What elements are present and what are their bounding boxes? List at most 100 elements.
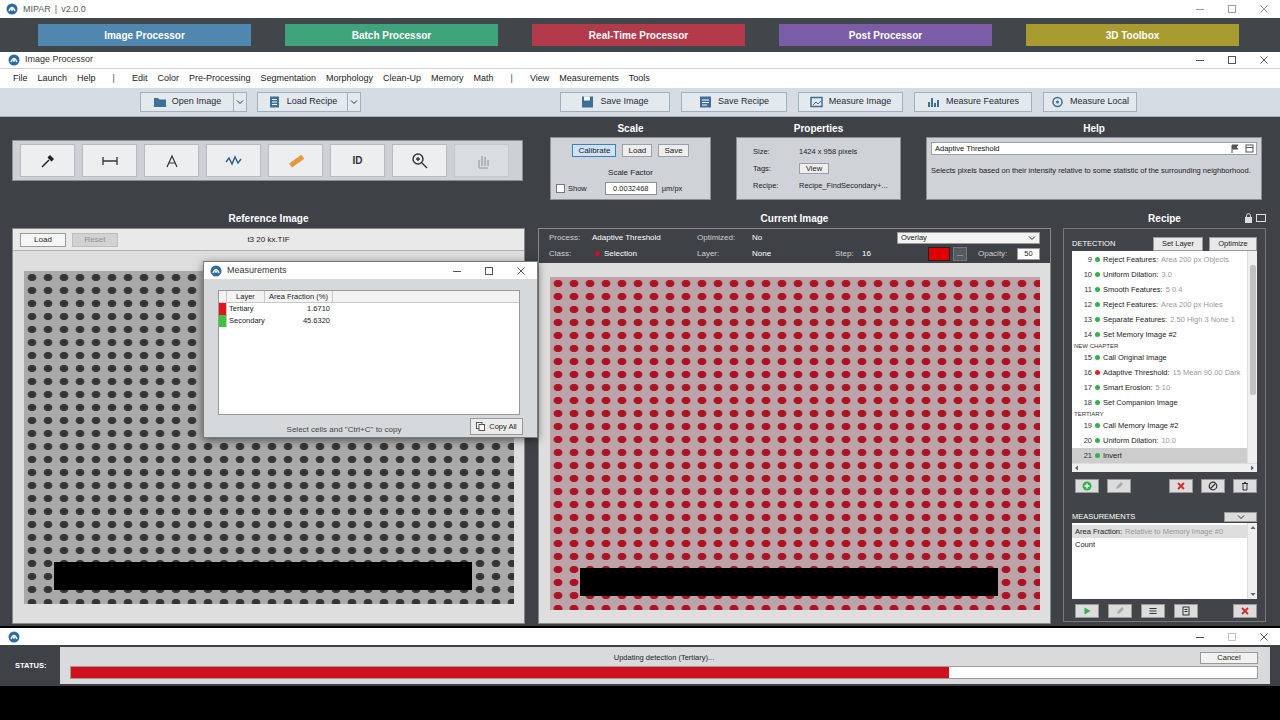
menu-item[interactable]: View [525, 72, 554, 86]
horizontal-scrollbar[interactable] [1072, 463, 1257, 472]
step-row[interactable]: 16Adaptive Threshold:15 Mean 90.00 Dark [1072, 365, 1247, 380]
recipe-step[interactable]: 18Set Companion Image [1072, 395, 1247, 410]
tool-button[interactable] [82, 144, 137, 177]
measurement-item[interactable]: Area Fraction:Relative to Memory Image #… [1072, 525, 1247, 538]
tags-view-button[interactable]: View [799, 163, 829, 174]
menu-item[interactable]: Measurements [554, 72, 624, 86]
step-row[interactable]: 9Reject Features:Area 200 px Objects [1072, 252, 1247, 267]
cancel-button[interactable]: Cancel [1200, 652, 1258, 664]
copy-all-button[interactable]: Copy All [470, 418, 523, 435]
set-layer-button[interactable]: Set Layer [1153, 237, 1203, 251]
vertical-scrollbar[interactable] [1247, 523, 1257, 599]
close-button[interactable] [1248, 628, 1280, 645]
undock-button[interactable] [1256, 213, 1266, 223]
edit-step-button[interactable] [1107, 479, 1131, 493]
recipe-step[interactable]: 14Set Memory Image #2 [1072, 327, 1247, 342]
scale-button[interactable]: Save [658, 144, 688, 157]
recipe-step[interactable]: 16Adaptive Threshold:15 Mean 90.00 Dark [1072, 365, 1247, 380]
optimize-button[interactable]: Optimize [1209, 237, 1257, 251]
opacity-input[interactable]: 50 [1017, 248, 1040, 260]
step-row[interactable]: 21Invert [1072, 448, 1247, 463]
export-measurements-button[interactable] [1174, 604, 1198, 618]
close-button[interactable] [505, 262, 537, 279]
recipe-step[interactable]: 21Invert [1072, 448, 1247, 463]
toolbar-button[interactable]: Save Recipe [681, 92, 787, 112]
minimize-button[interactable] [1184, 52, 1216, 68]
edit-measurement-button[interactable] [1108, 604, 1132, 618]
step-row[interactable]: 19Call Memory Image #2 [1072, 418, 1247, 433]
recipe-step[interactable]: 12Reject Features:Area 200 px Holes [1072, 297, 1247, 312]
tool-button[interactable] [144, 144, 199, 177]
tool-button[interactable] [20, 144, 75, 177]
step-row[interactable]: 14Set Memory Image #2 [1072, 327, 1247, 342]
maximize-button[interactable] [1216, 52, 1248, 68]
step-row[interactable]: 11Smooth Features:5 0.4 [1072, 282, 1247, 297]
recipe-step[interactable]: 13Separate Features:2.50 High 3 None 1 [1072, 312, 1247, 327]
menu-item[interactable]: Pre-Processing [184, 72, 256, 86]
toolbar-button[interactable]: Save Image [560, 92, 670, 112]
maximize-button[interactable] [473, 262, 505, 279]
menu-item[interactable]: Tools [624, 72, 655, 86]
recipe-step[interactable]: 19Call Memory Image #2 [1072, 418, 1247, 433]
scale-button[interactable]: Load [622, 144, 652, 157]
disable-step-button[interactable] [1201, 479, 1225, 493]
recipe-step[interactable]: 11Smooth Features:5 0.4 [1072, 282, 1247, 297]
lock-button[interactable] [1244, 213, 1253, 223]
tool-button[interactable] [206, 144, 261, 177]
module-tab[interactable]: Batch Processor [285, 24, 498, 46]
close-button[interactable] [1248, 52, 1280, 68]
recipe-step[interactable]: 15Call Original Image [1072, 350, 1247, 365]
menu-item[interactable]: Memory [426, 72, 469, 86]
measurements-menu-button[interactable] [1224, 512, 1257, 522]
menu-item[interactable]: Help [72, 72, 101, 86]
menu-item[interactable]: Launch [33, 72, 73, 86]
step-row[interactable]: 20Uniform Dilation:10.0 [1072, 433, 1247, 448]
add-step-button[interactable] [1075, 479, 1099, 493]
remove-step-button[interactable] [1169, 479, 1193, 493]
toolbar-button[interactable]: Measure Image [798, 92, 903, 112]
menu-item[interactable]: Math [469, 72, 499, 86]
vertical-scrollbar[interactable] [1247, 251, 1257, 463]
run-measurements-button[interactable] [1075, 604, 1099, 618]
help-search-field[interactable]: Adaptive Threshold [931, 142, 1257, 155]
menu-item[interactable]: Edit [127, 72, 153, 86]
recipe-step[interactable]: 20Uniform Dilation:10.0 [1072, 433, 1247, 448]
toolbar-button[interactable]: Load Recipe [257, 92, 361, 112]
module-tab[interactable]: Real-Time Processor [532, 24, 745, 46]
step-row[interactable]: 18Set Companion Image [1072, 395, 1247, 410]
minimize-button[interactable] [1184, 0, 1216, 18]
list-measurements-button[interactable] [1141, 604, 1165, 618]
current-image[interactable] [550, 277, 1040, 610]
recipe-step[interactable]: 17Smart Erosion:5 10 [1072, 380, 1247, 395]
step-row[interactable]: 12Reject Features:Area 200 px Holes [1072, 297, 1247, 312]
toolbar-button[interactable]: Measure Local [1043, 92, 1137, 112]
show-checkbox[interactable]: Show [556, 183, 587, 194]
overlay-color-swatch[interactable] [928, 247, 950, 261]
view-mode-dropdown[interactable]: Overlay [897, 232, 1040, 244]
color-picker-button[interactable]: ... [953, 247, 967, 261]
maximize-button[interactable] [1216, 0, 1248, 18]
minimize-button[interactable] [441, 262, 473, 279]
delete-step-button[interactable] [1233, 479, 1257, 493]
scale-button[interactable]: Calibrate [572, 144, 616, 157]
table-row[interactable]: Tertiary1.6710 [219, 303, 519, 315]
module-tab[interactable]: Post Processor [779, 24, 992, 46]
step-row[interactable]: 10Uniform Dilation:3.0 [1072, 267, 1247, 282]
module-tab[interactable]: Image Processor [38, 24, 251, 46]
maximize-button[interactable] [1216, 628, 1248, 645]
module-tab[interactable]: 3D Toolbox [1026, 24, 1239, 46]
tool-button[interactable] [392, 144, 447, 177]
tool-button[interactable]: ID [330, 144, 385, 177]
checkbox[interactable] [556, 184, 565, 193]
toolbar-button[interactable]: Measure Features [914, 92, 1032, 112]
menu-item[interactable]: Morphology [321, 72, 378, 86]
step-row[interactable]: 13Separate Features:2.50 High 3 None 1 [1072, 312, 1247, 327]
menu-item[interactable]: Color [152, 72, 184, 86]
table-row[interactable]: Secondary45.6320 [219, 315, 519, 327]
menu-item[interactable]: Clean-Up [378, 72, 426, 86]
tool-button[interactable] [268, 144, 323, 177]
recipe-step[interactable]: 9Reject Features:Area 200 px Objects [1072, 252, 1247, 267]
measurement-item[interactable]: Count [1072, 538, 1247, 551]
remove-measurement-button[interactable] [1233, 604, 1257, 618]
step-row[interactable]: 15Call Original Image [1072, 350, 1247, 365]
